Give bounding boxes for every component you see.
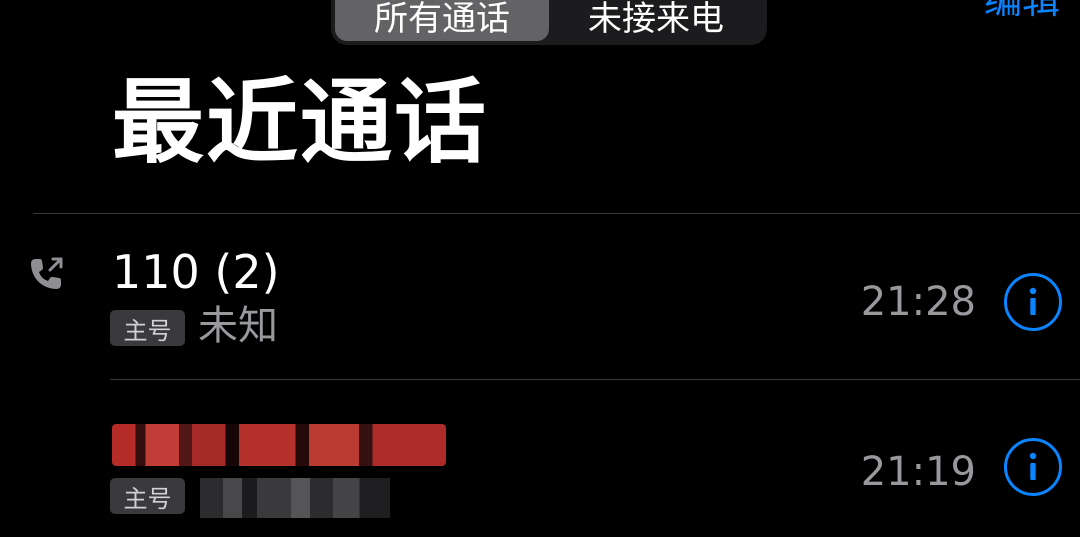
call-row[interactable]: 110 (2) 主号 未知 21:28 <box>0 214 1080 380</box>
call-time: 21:28 <box>860 279 976 325</box>
info-button[interactable] <box>1004 273 1062 331</box>
outgoing-call-icon <box>31 257 63 289</box>
caller-name: 110 (2) <box>112 245 280 299</box>
caller-name-redacted <box>112 424 446 466</box>
info-button[interactable] <box>1004 438 1062 496</box>
edit-button[interactable]: 编辑 <box>984 0 1060 24</box>
recents-screen: 所有通话 未接来电 编辑 最近通话 110 (2) 主号 未知 21:28 主号… <box>0 0 1080 537</box>
call-time: 21:19 <box>860 449 976 495</box>
caller-label-redacted <box>200 478 390 518</box>
sim-badge: 主号 <box>110 310 185 346</box>
info-circle-icon <box>1029 452 1037 480</box>
caller-label: 未知 <box>198 303 278 349</box>
segment-missed-calls[interactable]: 未接来电 <box>549 0 763 41</box>
divider <box>110 379 1080 380</box>
segment-all-calls[interactable]: 所有通话 <box>335 0 549 41</box>
call-row[interactable]: 主号 21:19 <box>0 382 1080 537</box>
info-circle-icon <box>1029 287 1037 315</box>
sim-badge: 主号 <box>110 478 185 514</box>
call-filter-segmented-control: 所有通话 未接来电 <box>331 0 767 45</box>
page-title: 最近通话 <box>112 69 489 176</box>
